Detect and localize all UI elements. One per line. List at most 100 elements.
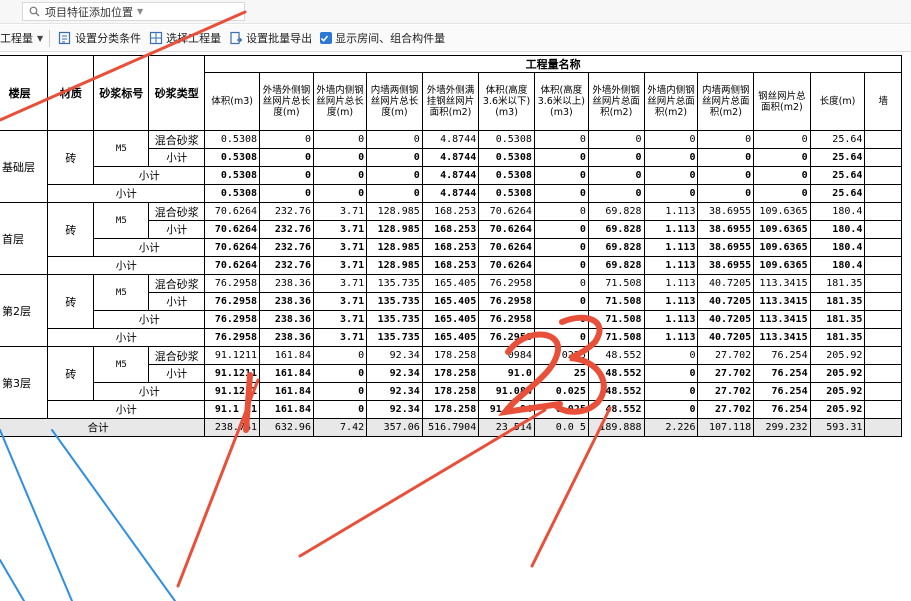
table-cell[interactable]: 232.76: [259, 202, 314, 221]
show-rooms-checkbox[interactable]: 显示房间、组合构件量: [316, 25, 449, 51]
table-cell[interactable]: 0: [312, 400, 368, 419]
table-cell[interactable]: 0: [643, 130, 699, 149]
table-cell[interactable]: 0: [533, 328, 589, 347]
table-cell[interactable]: 3.71: [312, 328, 368, 347]
table-cell[interactable]: 205.92: [809, 364, 866, 383]
table-cell[interactable]: 0: [697, 148, 755, 167]
table-cell[interactable]: 38.6955: [697, 202, 755, 221]
table-cell[interactable]: 135.735: [366, 328, 423, 347]
batch-export-button[interactable]: 设置批量导出: [225, 25, 316, 51]
mortar-grade-cell[interactable]: M5: [93, 274, 150, 311]
table-cell[interactable]: 0: [312, 346, 368, 365]
table-cell[interactable]: 0: [312, 184, 368, 203]
table-cell[interactable]: 0: [643, 148, 699, 167]
table-cell[interactable]: 69.828: [587, 202, 645, 221]
table-cell[interactable]: 25.64: [809, 184, 866, 203]
table-cell[interactable]: 76.2958: [478, 328, 535, 347]
table-cell[interactable]: [864, 400, 902, 419]
table-cell[interactable]: 0: [643, 364, 699, 383]
table-cell[interactable]: 0: [366, 130, 423, 149]
table-cell[interactable]: 0: [366, 166, 423, 185]
table-cell[interactable]: 238.36: [259, 328, 314, 347]
column-header[interactable]: 内墙两侧钢丝网片总长度(m): [366, 72, 423, 131]
table-cell[interactable]: [864, 310, 902, 329]
table-cell[interactable]: 165.405: [421, 310, 480, 329]
table-cell[interactable]: 91.1 11: [204, 400, 261, 419]
table-cell[interactable]: 0: [312, 364, 368, 383]
table-cell[interactable]: 91.0: [478, 364, 535, 383]
table-cell[interactable]: 0: [587, 166, 645, 185]
table-cell[interactable]: 161.84: [259, 382, 314, 401]
table-cell[interactable]: 0.5308: [478, 130, 535, 149]
floor-name[interactable]: 基础层: [0, 130, 49, 203]
table-cell[interactable]: 71.508: [587, 274, 645, 293]
table-cell[interactable]: 180.4: [809, 256, 866, 275]
table-cell[interactable]: [864, 130, 902, 149]
table-cell[interactable]: 161.84: [259, 364, 314, 383]
table-cell[interactable]: 48.552: [587, 400, 645, 419]
table-cell[interactable]: 25.64: [809, 148, 866, 167]
table-cell[interactable]: 0.5308: [478, 148, 535, 167]
table-cell[interactable]: 0: [643, 400, 699, 419]
table-cell[interactable]: 3.71: [312, 202, 368, 221]
table-cell[interactable]: 38.6955: [697, 238, 755, 257]
feature-position-select[interactable]: 项目特征添加位置 ▼: [22, 2, 245, 21]
table-cell[interactable]: 135.735: [366, 274, 423, 293]
table-cell[interactable]: 113.3415: [753, 310, 811, 329]
table-cell[interactable]: [864, 328, 902, 347]
table-cell[interactable]: 69.828: [587, 238, 645, 257]
subtotal-label[interactable]: 小计: [47, 184, 206, 203]
table-cell[interactable]: 2.226: [643, 418, 699, 437]
table-cell[interactable]: 7.42: [312, 418, 368, 437]
table-cell[interactable]: 27.702: [697, 346, 755, 365]
mortar-type-cell[interactable]: 混合砂浆: [148, 130, 206, 149]
table-cell[interactable]: 69.828: [587, 220, 645, 239]
subtotal-label[interactable]: 小计: [93, 238, 206, 257]
table-cell[interactable]: 0984: [478, 346, 535, 365]
table-cell[interactable]: [864, 382, 902, 401]
table-cell[interactable]: 48.552: [587, 382, 645, 401]
table-cell[interactable]: 70.6264: [478, 220, 535, 239]
table-cell[interactable]: 232.76: [259, 256, 314, 275]
table-cell[interactable]: 27.702: [697, 364, 755, 383]
table-cell[interactable]: 632.96: [259, 418, 314, 437]
table-cell[interactable]: 76.2958: [204, 274, 261, 293]
table-cell[interactable]: 168.253: [421, 202, 480, 221]
material-cell[interactable]: 砖: [47, 346, 95, 401]
subtotal-label[interactable]: 小计: [93, 166, 206, 185]
column-header[interactable]: 体积(高度3.6米以下)(m3): [478, 72, 535, 131]
table-cell[interactable]: 91.084: [478, 382, 535, 401]
table-cell[interactable]: 38.6955: [697, 256, 755, 275]
table-cell[interactable]: 92.34: [366, 400, 423, 419]
header-material[interactable]: 材质: [47, 55, 95, 131]
table-cell[interactable]: [864, 346, 902, 365]
table-cell[interactable]: 0: [533, 274, 589, 293]
table-cell[interactable]: 135.735: [366, 292, 423, 311]
table-cell[interactable]: 168.253: [421, 238, 480, 257]
table-cell[interactable]: 25.64: [809, 166, 866, 185]
table-cell[interactable]: 40.7205: [697, 292, 755, 311]
table-cell[interactable]: 76.254: [753, 346, 811, 365]
table-cell[interactable]: 0.5308: [204, 184, 261, 203]
table-cell[interactable]: 76.2958: [478, 310, 535, 329]
table-cell[interactable]: 232.76: [259, 238, 314, 257]
table-cell[interactable]: 27.702: [697, 382, 755, 401]
table-cell[interactable]: 0: [259, 166, 314, 185]
table-cell[interactable]: 4.8744: [421, 148, 480, 167]
table-cell[interactable]: 181.35: [809, 292, 866, 311]
table-cell[interactable]: 593.31: [809, 418, 866, 437]
table-cell[interactable]: 3.71: [312, 310, 368, 329]
table-cell[interactable]: 165.405: [421, 328, 480, 347]
table-cell[interactable]: 76.2958: [204, 328, 261, 347]
table-cell[interactable]: 0: [753, 148, 811, 167]
table-cell[interactable]: 71.508: [587, 292, 645, 311]
table-cell[interactable]: 0: [259, 148, 314, 167]
table-cell[interactable]: 0225: [533, 346, 589, 365]
material-cell[interactable]: 砖: [47, 274, 95, 329]
table-cell[interactable]: 161.84: [259, 400, 314, 419]
set-classification-button[interactable]: 设置分类条件: [54, 25, 145, 51]
table-cell[interactable]: 92.34: [366, 382, 423, 401]
table-cell[interactable]: 48.552: [587, 364, 645, 383]
table-cell[interactable]: 40.7205: [697, 310, 755, 329]
table-cell[interactable]: 238.36: [259, 292, 314, 311]
